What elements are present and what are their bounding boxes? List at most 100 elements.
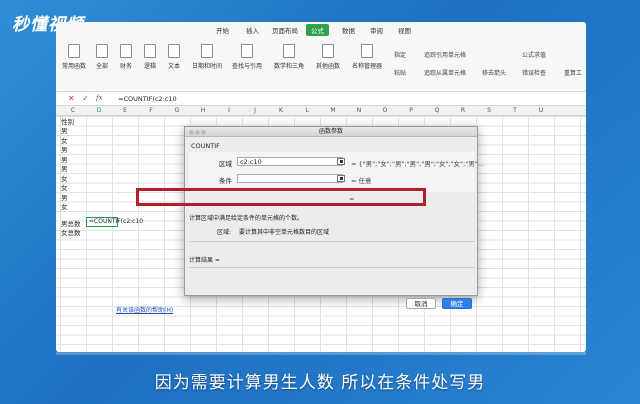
text-button[interactable]: 文本	[168, 44, 180, 70]
math-trig-button[interactable]: 数学和三角	[274, 44, 304, 70]
column-header[interactable]: Q	[424, 107, 450, 114]
function-icon	[68, 44, 80, 58]
ribbon-tabs: 开始 插入 页面布局 公式 数据 审阅 视图	[56, 22, 586, 36]
close-dot-icon[interactable]	[189, 130, 194, 135]
collapse-criteria-icon[interactable]	[337, 175, 345, 182]
book-icon	[120, 44, 132, 58]
column-header[interactable]: G	[164, 107, 190, 114]
screen-bottom-bar	[56, 352, 586, 355]
cell-c6[interactable]: 男	[61, 163, 68, 173]
ribbon: 常用函数 全部 财务 逻辑 文本 日期和时间 查找与引用 数学和三角 其他函数 …	[56, 36, 586, 92]
function-help-link[interactable]: 有关该函数的帮助(H)	[116, 305, 173, 314]
label: 名称管理器	[352, 63, 383, 70]
label: 数学和三角	[274, 63, 305, 70]
argument-description: 要计算其中非空单元格数目的区域	[239, 229, 330, 236]
argument-name: 区域:	[217, 229, 232, 236]
evaluate-formula-button[interactable]: 公式求值	[522, 50, 546, 59]
column-header[interactable]: D	[86, 107, 112, 114]
range-result: = {"男";"女";"男";"男";"男";"女";"女";"男"…	[351, 160, 485, 168]
cancel-formula-icon[interactable]: ✕	[68, 94, 75, 103]
other-functions-button[interactable]: 其他函数	[316, 44, 340, 70]
tab-review[interactable]: 审阅	[370, 25, 383, 35]
column-header[interactable]: J	[242, 107, 268, 114]
trace-dependents-button[interactable]: 追踪从属单元格	[424, 68, 466, 77]
error-checking-button[interactable]: 错误检查	[522, 68, 546, 77]
column-header[interactable]: T	[502, 107, 528, 114]
column-header[interactable]: E	[112, 107, 138, 114]
tab-view[interactable]: 视图	[398, 25, 411, 35]
ok-button[interactable]: 确定	[442, 298, 472, 309]
tab-data[interactable]: 数据	[342, 25, 355, 35]
remove-arrows-button[interactable]: 移去箭头	[482, 68, 506, 77]
tab-formulas[interactable]: 公式	[306, 24, 329, 36]
tab-page-layout[interactable]: 页面布局	[272, 25, 298, 35]
book-icon	[168, 44, 180, 58]
insert-function-icon[interactable]: fx	[96, 94, 103, 102]
column-header[interactable]: P	[398, 107, 424, 114]
cell-c2[interactable]: 男	[61, 125, 68, 135]
label: 文本	[168, 63, 181, 70]
label: 日期和时间	[192, 63, 223, 70]
trace-precedents-button[interactable]: 追踪引用单元格	[424, 50, 466, 59]
range-input[interactable]: c2:c10	[237, 157, 343, 166]
function-name: COUNTIF	[191, 142, 220, 150]
column-header[interactable]: H	[190, 107, 216, 114]
dialog-titlebar: 函数参数	[185, 127, 477, 137]
calculation-result: 计算结果 =	[189, 257, 220, 264]
book-icon	[96, 44, 108, 58]
column-header[interactable]: F	[138, 107, 164, 114]
minimize-dot-icon[interactable]	[195, 130, 200, 135]
criteria-result: = 任意	[351, 177, 372, 185]
common-functions-button[interactable]: 常用函数	[62, 44, 86, 70]
column-header[interactable]: N	[346, 107, 372, 114]
label: 全部	[96, 63, 109, 70]
all-button[interactable]: 全部	[96, 44, 108, 70]
collapse-range-icon[interactable]	[337, 158, 345, 165]
cell-c10[interactable]: 女	[61, 201, 68, 211]
book-icon	[322, 44, 334, 58]
column-header[interactable]: I	[216, 107, 242, 114]
column-header[interactable]: S	[476, 107, 502, 114]
book-icon	[241, 44, 253, 58]
divider	[189, 267, 475, 268]
column-headers: C D E F G H I J K L M N O P Q R S T U	[56, 106, 586, 116]
cell-c13[interactable]: 女总数	[61, 227, 81, 237]
tab-start[interactable]: 开始	[216, 25, 229, 35]
book-icon	[201, 44, 213, 58]
paste-name-button[interactable]: 粘贴	[394, 68, 406, 77]
criteria-highlight-box	[136, 188, 426, 206]
column-header[interactable]: M	[320, 107, 346, 114]
column-header[interactable]: R	[450, 107, 476, 114]
label: 逻辑	[144, 63, 157, 70]
criteria-input[interactable]	[237, 174, 343, 183]
name-tag-icon	[361, 44, 373, 58]
cell-c4[interactable]: 男	[61, 144, 68, 154]
formula-input[interactable]: =COUNTIF(c2:c10	[118, 95, 177, 103]
name-manager-button[interactable]: 名称管理器	[352, 44, 382, 70]
label: 查找与引用	[232, 63, 263, 70]
logic-button[interactable]: 逻辑	[144, 44, 156, 70]
column-header[interactable]: L	[294, 107, 320, 114]
recalculate-button[interactable]: 重算工	[564, 68, 582, 77]
lookup-button[interactable]: 查找与引用	[232, 44, 262, 70]
column-header[interactable]: C	[60, 107, 86, 114]
date-time-button[interactable]: 日期和时间	[192, 44, 222, 70]
function-arguments-dialog: 函数参数 COUNTIF 区域 c2:c10 = {"男";"女";"男";"男…	[184, 126, 484, 296]
finance-button[interactable]: 财务	[120, 44, 132, 70]
column-header[interactable]: U	[528, 107, 554, 114]
tab-insert[interactable]: 插入	[246, 25, 259, 35]
confirm-formula-icon[interactable]: ✓	[82, 94, 89, 103]
zoom-dot-icon[interactable]	[201, 130, 206, 135]
label: 其他函数	[316, 63, 341, 70]
cell-c8[interactable]: 女	[61, 182, 68, 192]
label: 财务	[120, 63, 133, 70]
function-description: 计算区域中满足给定条件的单元格的个数。	[189, 215, 304, 222]
cell-d12[interactable]: =COUNTIF(c2:c10	[89, 218, 143, 225]
range-label: 区域	[219, 160, 232, 168]
column-header[interactable]: O	[372, 107, 398, 114]
window-controls	[189, 129, 207, 139]
define-name-button[interactable]: 指定	[394, 50, 406, 59]
cancel-button[interactable]: 取消	[406, 298, 436, 309]
column-header[interactable]: K	[268, 107, 294, 114]
criteria-label: 条件	[219, 177, 232, 185]
